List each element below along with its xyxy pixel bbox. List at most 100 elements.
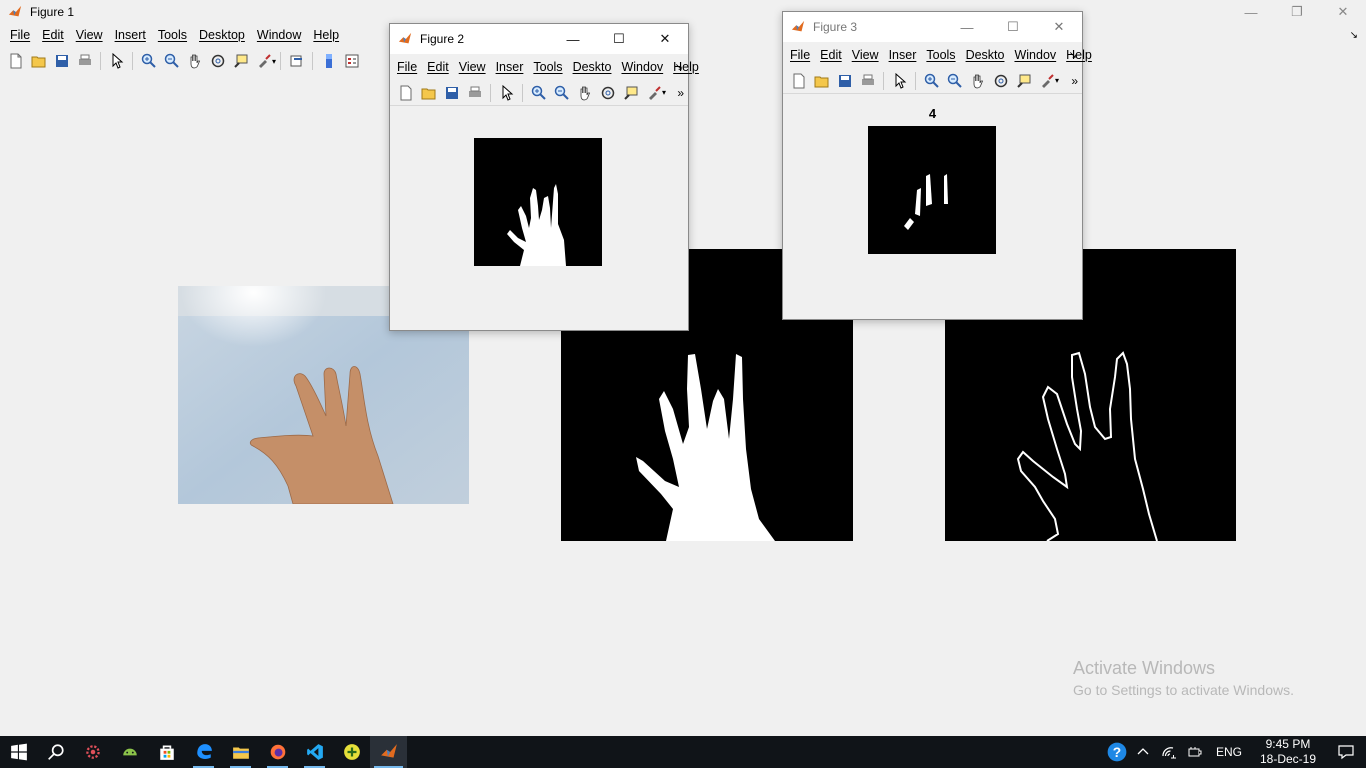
close-button[interactable]: ✕ bbox=[1036, 14, 1082, 40]
zoom-out-icon[interactable] bbox=[160, 50, 183, 72]
figure3-fingertips-image bbox=[868, 126, 996, 254]
open-file-icon[interactable] bbox=[27, 50, 50, 72]
zoom-in-icon[interactable] bbox=[920, 70, 943, 92]
figure2-titlebar[interactable]: Figure 2 — ☐ ✕ bbox=[390, 24, 688, 54]
save-icon[interactable] bbox=[50, 50, 73, 72]
start-button[interactable] bbox=[0, 736, 37, 768]
menu-insert[interactable]: Insert bbox=[109, 28, 152, 42]
toolbar-overflow-icon[interactable]: » bbox=[677, 86, 684, 100]
maximize-button[interactable]: ☐ bbox=[596, 26, 642, 52]
brush-dropdown-icon[interactable]: ▾ bbox=[662, 88, 666, 97]
taskbar-app-android[interactable] bbox=[111, 736, 148, 768]
close-button[interactable]: ✕ bbox=[1320, 0, 1366, 25]
rotate-icon[interactable] bbox=[596, 82, 619, 104]
rotate-icon[interactable] bbox=[206, 50, 229, 72]
taskbar-app-edge[interactable] bbox=[185, 736, 222, 768]
action-center-button[interactable] bbox=[1326, 736, 1366, 768]
data-cursor-icon[interactable] bbox=[229, 50, 252, 72]
print-icon[interactable] bbox=[856, 70, 879, 92]
zoom-out-icon[interactable] bbox=[550, 82, 573, 104]
pan-icon[interactable] bbox=[183, 50, 206, 72]
menu-tools[interactable]: Tools bbox=[528, 60, 567, 74]
input-language-indicator[interactable]: ENG bbox=[1208, 745, 1250, 759]
data-cursor-icon[interactable] bbox=[1012, 70, 1035, 92]
new-figure-icon[interactable] bbox=[787, 70, 810, 92]
menu-insert[interactable]: Inser bbox=[491, 60, 529, 74]
taskbar-app-plus[interactable] bbox=[333, 736, 370, 768]
restore-button[interactable]: ❐ bbox=[1274, 0, 1320, 25]
data-cursor-icon[interactable] bbox=[619, 82, 642, 104]
menu-file[interactable]: File bbox=[785, 48, 815, 62]
taskbar-app-firefox[interactable] bbox=[259, 736, 296, 768]
open-file-icon[interactable] bbox=[810, 70, 833, 92]
menu-help[interactable]: Help bbox=[668, 60, 704, 74]
taskbar-app-store[interactable] bbox=[148, 736, 185, 768]
print-icon[interactable] bbox=[463, 82, 486, 104]
taskbar-app-file-explorer[interactable] bbox=[222, 736, 259, 768]
link-plot-icon[interactable] bbox=[285, 50, 308, 72]
close-button[interactable]: ✕ bbox=[642, 26, 688, 52]
network-button[interactable] bbox=[1156, 736, 1182, 768]
menu-tools[interactable]: Tools bbox=[921, 48, 960, 62]
menu-window[interactable]: Windov bbox=[1009, 48, 1061, 62]
minimize-button[interactable]: — bbox=[944, 14, 990, 40]
menubar-overflow-icon[interactable]: ↘ bbox=[675, 62, 683, 73]
taskbar-app-vscode[interactable] bbox=[296, 736, 333, 768]
save-icon[interactable] bbox=[833, 70, 856, 92]
power-button[interactable] bbox=[1182, 736, 1208, 768]
menu-edit[interactable]: Edit bbox=[422, 60, 454, 74]
windows-taskbar: ? ENG 9:45 PM 18-Dec-19 bbox=[0, 736, 1366, 768]
matlab-icon bbox=[398, 32, 412, 44]
figure1-titlebar[interactable]: Figure 1 — ❐ ✕ bbox=[0, 0, 1366, 24]
menu-edit[interactable]: Edit bbox=[36, 28, 70, 42]
zoom-in-icon[interactable] bbox=[527, 82, 550, 104]
legend-icon[interactable] bbox=[340, 50, 363, 72]
brush-dropdown-icon[interactable]: ▾ bbox=[272, 57, 276, 66]
pan-icon[interactable] bbox=[573, 82, 596, 104]
pointer-icon[interactable] bbox=[105, 50, 128, 72]
menu-edit[interactable]: Edit bbox=[815, 48, 847, 62]
new-figure-icon[interactable] bbox=[4, 50, 27, 72]
help-button[interactable]: ? bbox=[1104, 736, 1130, 768]
new-figure-icon[interactable] bbox=[394, 82, 417, 104]
zoom-in-icon[interactable] bbox=[137, 50, 160, 72]
menu-view[interactable]: View bbox=[70, 28, 109, 42]
brush-dropdown-icon[interactable]: ▾ bbox=[1055, 76, 1059, 85]
menubar-overflow-icon[interactable]: ↘ bbox=[1069, 50, 1077, 61]
menu-desktop[interactable]: Deskto bbox=[568, 60, 617, 74]
pointer-icon[interactable] bbox=[888, 70, 911, 92]
rotate-icon[interactable] bbox=[989, 70, 1012, 92]
menu-view[interactable]: View bbox=[454, 60, 491, 74]
colorbar-icon[interactable] bbox=[317, 50, 340, 72]
pointer-icon[interactable] bbox=[495, 82, 518, 104]
figure3-titlebar[interactable]: Figure 3 — ☐ ✕ bbox=[783, 12, 1082, 42]
pan-icon[interactable] bbox=[966, 70, 989, 92]
minimize-button[interactable]: — bbox=[1228, 0, 1274, 25]
open-file-icon[interactable] bbox=[417, 82, 440, 104]
menu-view[interactable]: View bbox=[847, 48, 884, 62]
minimize-button[interactable]: — bbox=[550, 26, 596, 52]
menu-file[interactable]: File bbox=[392, 60, 422, 74]
taskbar-clock[interactable]: 9:45 PM 18-Dec-19 bbox=[1250, 737, 1326, 767]
menu-help[interactable]: Help bbox=[307, 28, 345, 42]
taskbar-app-settings[interactable] bbox=[74, 736, 111, 768]
menubar-overflow-icon[interactable]: ↘ bbox=[1350, 30, 1358, 41]
toolbar-overflow-icon[interactable]: » bbox=[1071, 74, 1078, 88]
menu-insert[interactable]: Inser bbox=[884, 48, 922, 62]
taskbar-app-matlab[interactable] bbox=[370, 736, 407, 768]
menu-desktop[interactable]: Desktop bbox=[193, 28, 251, 42]
zoom-out-icon[interactable] bbox=[943, 70, 966, 92]
notification-icon bbox=[1338, 745, 1354, 760]
menu-file[interactable]: File bbox=[4, 28, 36, 42]
maximize-button[interactable]: ☐ bbox=[990, 14, 1036, 40]
menu-desktop[interactable]: Deskto bbox=[961, 48, 1010, 62]
menu-tools[interactable]: Tools bbox=[152, 28, 193, 42]
search-button[interactable] bbox=[37, 736, 74, 768]
menu-window[interactable]: Window bbox=[251, 28, 307, 42]
menu-help[interactable]: Help bbox=[1061, 48, 1097, 62]
show-hidden-icons-button[interactable] bbox=[1130, 736, 1156, 768]
print-icon[interactable] bbox=[73, 50, 96, 72]
menu-window[interactable]: Windov bbox=[616, 60, 668, 74]
toolbar-separator bbox=[883, 71, 884, 90]
save-icon[interactable] bbox=[440, 82, 463, 104]
